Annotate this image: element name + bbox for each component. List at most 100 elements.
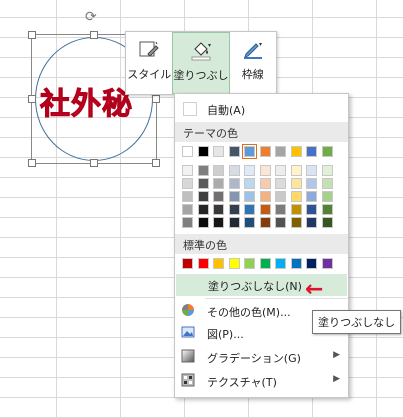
color-swatch[interactable] [275, 204, 286, 215]
color-swatch[interactable] [275, 258, 286, 269]
color-swatch[interactable] [244, 165, 255, 176]
color-swatch[interactable] [213, 146, 224, 157]
color-swatch[interactable] [306, 204, 317, 215]
outline-label: 枠線 [241, 68, 264, 81]
color-swatch[interactable] [275, 217, 286, 228]
color-swatch[interactable] [259, 146, 271, 157]
color-swatch[interactable] [290, 191, 302, 202]
color-swatch[interactable] [259, 191, 271, 202]
resize-handle[interactable] [28, 95, 36, 103]
color-swatch[interactable] [182, 146, 193, 157]
color-swatch[interactable] [321, 165, 333, 176]
color-swatch[interactable] [259, 204, 271, 215]
color-swatch[interactable] [228, 258, 240, 269]
color-swatch[interactable] [228, 146, 240, 157]
color-swatch[interactable] [321, 217, 333, 228]
color-swatch[interactable] [321, 178, 333, 189]
color-swatch[interactable] [321, 204, 333, 215]
resize-handle[interactable] [152, 95, 160, 103]
color-swatch[interactable] [197, 204, 209, 215]
color-swatch[interactable] [275, 178, 286, 189]
style-button[interactable]: スタイル [126, 32, 172, 94]
submenu-arrow-icon: ▶ [333, 350, 340, 360]
color-swatch[interactable] [259, 178, 271, 189]
color-swatch[interactable] [306, 178, 317, 189]
color-swatch[interactable] [182, 191, 193, 202]
gradient-item[interactable]: グラデーション(G) ▶ [175, 346, 348, 368]
theme-colors-header: テーマの色 [175, 122, 348, 142]
color-swatch[interactable] [197, 217, 209, 228]
color-swatch[interactable] [244, 178, 255, 189]
color-swatch[interactable] [197, 191, 209, 202]
color-swatch[interactable] [228, 178, 240, 189]
color-swatch[interactable] [242, 144, 257, 159]
shape-style-icon [138, 38, 160, 60]
color-swatch[interactable] [321, 191, 333, 202]
color-swatch[interactable] [321, 258, 333, 269]
automatic-swatch [183, 102, 197, 116]
no-fill-label: 塗りつぶしなし(N) [208, 280, 302, 293]
color-swatch[interactable] [306, 258, 317, 269]
color-swatch[interactable] [213, 258, 224, 269]
texture-item[interactable]: テクスチャ(T) ▶ [175, 370, 348, 392]
resize-handle[interactable] [90, 159, 98, 167]
resize-handle[interactable] [28, 31, 36, 39]
more-colors-label: その他の色(M)... [207, 306, 291, 319]
color-swatch[interactable] [244, 204, 255, 215]
color-swatch[interactable] [197, 165, 209, 176]
pen-outline-icon: ▾ [242, 38, 264, 60]
color-swatch[interactable] [306, 165, 317, 176]
gradient-label: グラデーション(G) [207, 352, 301, 365]
color-swatch[interactable] [275, 191, 286, 202]
color-swatch[interactable] [259, 217, 271, 228]
color-swatch[interactable] [290, 165, 302, 176]
submenu-arrow-icon: ▶ [333, 374, 340, 384]
style-label: スタイル [127, 68, 172, 81]
color-swatch[interactable] [306, 217, 317, 228]
color-swatch[interactable] [213, 217, 224, 228]
color-swatch[interactable] [275, 146, 286, 157]
color-swatch[interactable] [290, 258, 302, 269]
color-swatch[interactable] [290, 146, 302, 157]
color-swatch[interactable] [290, 217, 302, 228]
color-swatch[interactable] [182, 204, 193, 215]
color-swatch[interactable] [182, 217, 193, 228]
color-swatch[interactable] [306, 191, 317, 202]
color-swatch[interactable] [197, 258, 209, 269]
color-swatch[interactable] [259, 165, 271, 176]
mini-toolbar: スタイル ▾ 塗りつぶし ▾ 枠線 [125, 31, 277, 95]
color-swatch[interactable] [259, 258, 271, 269]
fill-label: 塗りつぶし [173, 69, 229, 82]
color-swatch[interactable] [197, 178, 209, 189]
color-swatch[interactable] [182, 258, 193, 269]
color-swatch[interactable] [197, 146, 209, 157]
color-swatch[interactable] [244, 217, 255, 228]
color-swatch[interactable] [213, 204, 224, 215]
rotate-handle-icon[interactable]: ⟳ [85, 9, 97, 25]
color-swatch[interactable] [213, 165, 224, 176]
color-swatch[interactable] [244, 191, 255, 202]
color-swatch[interactable] [182, 178, 193, 189]
fill-dropdown-menu: 自動(A) テーマの色 標準の色 塗りつぶしなし(N) その他の色(M)... … [174, 93, 349, 398]
color-swatch[interactable] [290, 178, 302, 189]
color-swatch[interactable] [306, 146, 317, 157]
color-swatch[interactable] [182, 165, 193, 176]
texture-label: テクスチャ(T) [207, 376, 277, 389]
color-swatch[interactable] [228, 191, 240, 202]
color-swatch[interactable] [290, 204, 302, 215]
resize-handle[interactable] [28, 159, 36, 167]
fill-button[interactable]: ▾ 塗りつぶし [172, 32, 230, 94]
resize-handle[interactable] [90, 31, 98, 39]
color-swatch[interactable] [244, 258, 255, 269]
resize-handle[interactable] [152, 159, 160, 167]
color-swatch[interactable] [213, 178, 224, 189]
color-swatch[interactable] [228, 204, 240, 215]
automatic-color-item[interactable]: 自動(A) [175, 98, 348, 120]
color-swatch[interactable] [275, 165, 286, 176]
outline-button[interactable]: ▾ 枠線 [230, 32, 276, 94]
color-swatch[interactable] [228, 165, 240, 176]
color-swatch[interactable] [213, 191, 224, 202]
color-swatch[interactable] [321, 146, 333, 157]
color-wheel-icon [181, 303, 195, 317]
color-swatch[interactable] [228, 217, 240, 228]
